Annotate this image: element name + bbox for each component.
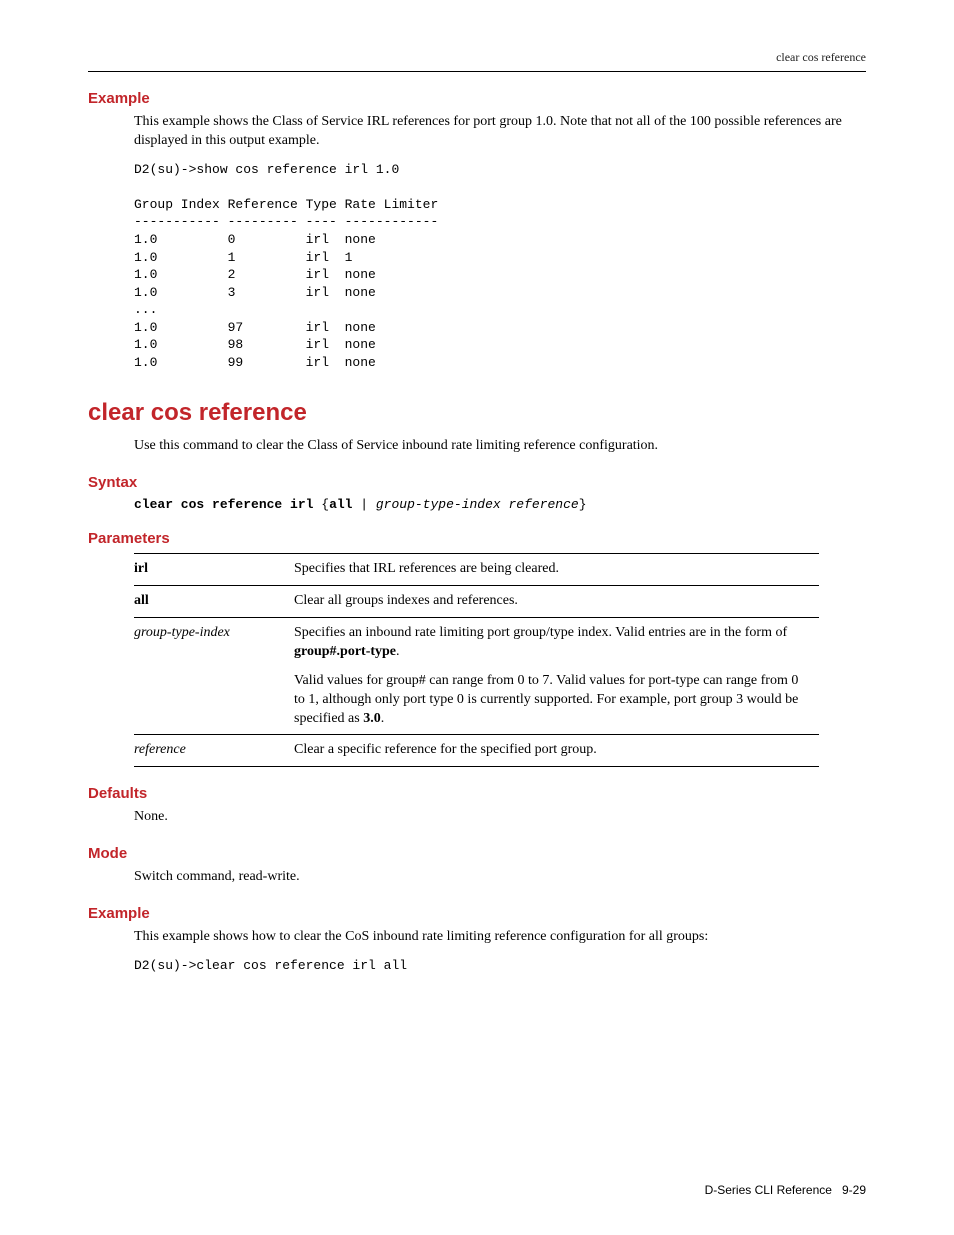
- intro-text: Use this command to clear the Class of S…: [134, 437, 866, 456]
- syntax-args: group-type-index reference: [376, 497, 579, 512]
- page-footer: D-Series CLI Reference 9-29: [705, 1183, 866, 1197]
- param-gti-desc1a: Specifies an inbound rate limiting port …: [294, 625, 787, 640]
- param-gti-desc1b: group#.port-type: [294, 644, 396, 659]
- mode-text: Switch command, read-write.: [134, 868, 866, 887]
- param-row-reference: reference Clear a specific reference for…: [134, 735, 819, 767]
- param-row-irl: irl Specifies that IRL references are be…: [134, 554, 819, 586]
- syntax-pipe: |: [352, 497, 375, 512]
- param-irl-desc: Specifies that IRL references are being …: [294, 554, 819, 586]
- heading-mode: Mode: [88, 845, 866, 862]
- page: clear cos reference Example This example…: [0, 0, 954, 975]
- syntax-brace-close: }: [579, 497, 587, 512]
- param-row-all: all Clear all groups indexes and referen…: [134, 586, 819, 618]
- syntax-line: clear cos reference irl {all | group-typ…: [134, 497, 866, 512]
- footer-page-number: 9-29: [842, 1183, 866, 1197]
- param-gti-desc1c: .: [396, 644, 400, 659]
- param-row-gti: group-type-index Specifies an inbound ra…: [134, 618, 819, 735]
- param-ref-desc: Clear a specific reference for the speci…: [294, 735, 819, 767]
- param-gti-desc: Specifies an inbound rate limiting port …: [294, 618, 819, 735]
- param-irl-name: irl: [134, 561, 148, 576]
- defaults-text: None.: [134, 808, 866, 827]
- param-ref-name: reference: [134, 742, 186, 757]
- heading-syntax: Syntax: [88, 474, 866, 491]
- footer-doc-title: D-Series CLI Reference: [705, 1183, 832, 1197]
- param-gti-desc2b: 3.0: [363, 711, 381, 726]
- heading-defaults: Defaults: [88, 785, 866, 802]
- heading-parameters: Parameters: [88, 530, 866, 547]
- example-2-cli: D2(su)->clear cos reference irl all: [134, 957, 866, 975]
- syntax-command: clear cos reference irl: [134, 497, 313, 512]
- example-1-text: This example shows the Class of Service …: [134, 113, 866, 151]
- param-all-name: all: [134, 593, 149, 608]
- syntax-all: all: [329, 497, 352, 512]
- heading-example-1: Example: [88, 90, 866, 107]
- param-gti-name: group-type-index: [134, 625, 230, 640]
- heading-example-2: Example: [88, 905, 866, 922]
- running-head: clear cos reference: [88, 50, 866, 72]
- parameters-table: irl Specifies that IRL references are be…: [134, 553, 819, 767]
- command-title: clear cos reference: [88, 399, 866, 427]
- param-gti-desc2c: .: [381, 711, 385, 726]
- example-1-cli: D2(su)->show cos reference irl 1.0 Group…: [134, 161, 866, 372]
- syntax-brace-open: {: [321, 497, 329, 512]
- example-2-text: This example shows how to clear the CoS …: [134, 928, 866, 947]
- param-all-desc: Clear all groups indexes and references.: [294, 586, 819, 618]
